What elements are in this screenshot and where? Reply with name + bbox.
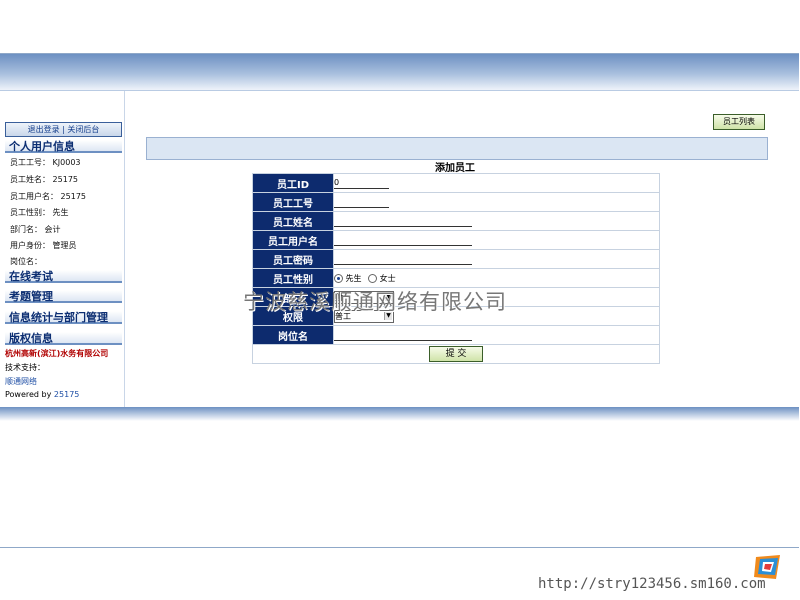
employee-username-input[interactable] xyxy=(334,234,472,246)
info-value: 先生 xyxy=(52,208,69,217)
info-label: 员工用户名： xyxy=(10,192,58,201)
field-label: 员工用户名 xyxy=(252,230,334,250)
field-cell xyxy=(333,173,660,193)
footer-gradient xyxy=(0,407,799,421)
field-cell xyxy=(333,325,660,345)
info-gender: 员工性别： 先生 xyxy=(10,207,69,218)
top-links-bar: 退出登录 | 关闭后台 xyxy=(5,122,122,137)
powered-by: Powered by 25175 xyxy=(5,390,79,399)
info-label: 部门名： xyxy=(10,225,42,234)
form-title: 添加员工 xyxy=(435,163,475,174)
field-cell xyxy=(333,249,660,269)
form-row-submit: 提 交 xyxy=(252,344,660,364)
employee-id-input[interactable] xyxy=(334,177,389,189)
form-row-gender: 员工性别 先生 女士 xyxy=(252,268,660,288)
header-banner xyxy=(0,54,799,90)
section-exam-management[interactable]: 考题管理 xyxy=(5,290,122,303)
info-employee-name: 员工姓名： 25175 xyxy=(10,174,78,185)
watermark-text: 宁波慈溪顺通网络有限公司 xyxy=(243,290,507,314)
form-row-password: 员工密码 xyxy=(252,249,660,269)
field-cell: 先生 女士 xyxy=(333,268,660,288)
gender-male-radio[interactable] xyxy=(334,273,343,283)
site-logo-icon xyxy=(754,555,780,579)
site-url-text: http://stry123456.sm160.com xyxy=(538,576,766,592)
form-row-username: 员工用户名 xyxy=(252,230,660,250)
post-name-input[interactable] xyxy=(334,329,472,341)
info-username: 员工用户名： 25175 xyxy=(10,191,86,202)
company-name: 杭州高新(滨江)水务有限公司 xyxy=(5,349,109,358)
support-label: 技术支持： xyxy=(5,363,45,372)
section-copyright[interactable]: 版权信息 xyxy=(5,332,122,345)
info-post: 岗位名： xyxy=(10,256,42,267)
sidebar: 退出登录 | 关闭后台 个人用户信息 员工工号： KJ0003 员工姓名： 25… xyxy=(0,91,125,407)
support-link[interactable]: 顺通网络 xyxy=(5,377,37,386)
field-label: 员工密码 xyxy=(252,249,334,269)
info-value: 25175 xyxy=(60,192,86,201)
field-label: 员工ID xyxy=(252,173,334,193)
info-label: 员工姓名： xyxy=(10,175,50,184)
section-stats-dept[interactable]: 信息统计与部门管理 xyxy=(5,311,122,324)
add-employee-form: 员工ID 员工工号 员工姓名 员工用户名 xyxy=(252,173,660,364)
form-row-id: 员工ID xyxy=(252,173,660,193)
powered-by-link[interactable]: 25175 xyxy=(54,390,79,399)
employee-no-input[interactable] xyxy=(334,196,389,208)
field-label: 员工姓名 xyxy=(252,211,334,231)
employee-list-button[interactable]: 员工列表 xyxy=(713,114,765,130)
gender-female-radio[interactable] xyxy=(368,273,378,283)
field-cell xyxy=(333,211,660,231)
info-label: 用户身份： xyxy=(10,241,50,250)
info-value: 会计 xyxy=(44,225,61,234)
submit-cell: 提 交 xyxy=(252,344,660,364)
powered-by-label: Powered by xyxy=(5,390,52,399)
info-value: 25175 xyxy=(52,175,78,184)
info-label: 岗位名： xyxy=(10,257,42,266)
form-row-name: 员工姓名 xyxy=(252,211,660,231)
info-employee-no: 员工工号： KJ0003 xyxy=(10,157,81,168)
info-label: 员工性别： xyxy=(10,208,50,217)
info-value: 管理员 xyxy=(52,241,77,250)
info-user-role: 用户身份： 管理员 xyxy=(10,240,77,251)
field-label: 员工性别 xyxy=(252,268,334,288)
field-cell xyxy=(333,192,660,212)
form-row-no: 员工工号 xyxy=(252,192,660,212)
employee-password-input[interactable] xyxy=(334,253,472,265)
section-online-exam[interactable]: 在线考试 xyxy=(5,270,122,283)
field-label: 岗位名 xyxy=(252,325,334,345)
gender-male-label: 先生 xyxy=(345,273,362,283)
field-cell xyxy=(333,230,660,250)
info-value: KJ0003 xyxy=(52,158,81,167)
support-row: 顺通网络 xyxy=(5,376,37,387)
title-bar xyxy=(146,137,768,160)
field-label: 员工工号 xyxy=(252,192,334,212)
main-content: 员工列表 添加员工 员工ID 员工工号 员工姓名 xyxy=(125,91,799,407)
close-admin-link[interactable]: 关闭后台 xyxy=(67,125,99,134)
employee-name-input[interactable] xyxy=(334,215,472,227)
info-label: 员工工号： xyxy=(10,158,50,167)
section-personal-info[interactable]: 个人用户信息 xyxy=(5,140,122,153)
gender-female-label: 女士 xyxy=(379,273,396,283)
info-department: 部门名： 会计 xyxy=(10,224,61,235)
logout-link[interactable]: 退出登录 xyxy=(28,125,60,134)
link-separator: | xyxy=(62,125,65,134)
form-row-post: 岗位名 xyxy=(252,325,660,345)
submit-button[interactable]: 提 交 xyxy=(429,346,483,362)
